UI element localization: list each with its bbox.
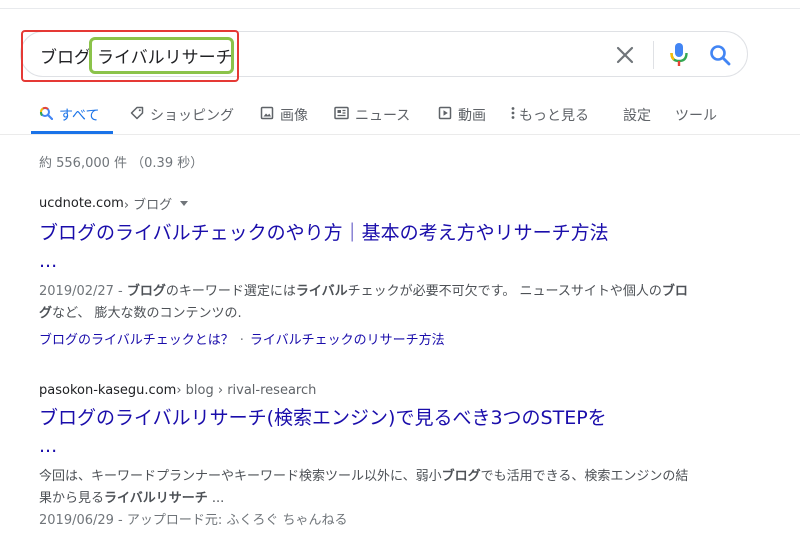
snippet-text: チェックが必要不可欠です。 ニュースサイトや個人の <box>347 284 662 299</box>
result-snippet: 今回は、キーワードプランナーやキーワード検索ツール以外に、弱小ブログでも活用でき… <box>39 466 689 532</box>
result-title-ellipsis: ... <box>39 250 58 272</box>
snippet-bold: ライバルリサーチ <box>104 491 208 506</box>
tab-all-label: すべて <box>59 108 100 124</box>
more-vert-icon <box>511 106 515 124</box>
tab-more-label: もっと見る <box>519 108 589 124</box>
result-url[interactable]: ucdnote.com › ブログ <box>39 194 689 213</box>
snippet-text: 今回は、キーワードプランナーやキーワード検索ツール以外に、弱小 <box>39 469 442 484</box>
result-title-ellipsis: ... <box>39 435 58 457</box>
video-icon <box>438 106 452 124</box>
tab-all[interactable]: すべて <box>39 105 99 125</box>
query-term-rival-research: ライバルリサーチ <box>97 48 233 68</box>
search-input[interactable]: ブログ ライバルリサーチ <box>40 43 233 68</box>
query-term-blog: ブログ <box>40 48 91 68</box>
google-search-icon <box>39 106 54 124</box>
result-title: ブログのライバルチェックのやり方｜基本の考え方やリサーチ方法 <box>39 222 609 244</box>
result-path: › blog › rival-research <box>176 383 317 398</box>
snippet-bold: ブログ <box>126 284 166 299</box>
tab-more[interactable]: もっと見る <box>511 105 589 125</box>
news-icon <box>334 106 349 124</box>
tab-news[interactable]: ニュース <box>334 105 410 125</box>
result-site: ucdnote.com <box>39 196 124 211</box>
tab-settings-label: 設定 <box>623 108 651 124</box>
result-date: 2019/02/27 - <box>39 284 127 299</box>
result-title-link[interactable]: ブログのライバルリサーチ(検索エンジン)で見るべき3つのSTEPを ... <box>39 404 689 460</box>
result-stats: 約 556,000 件 （0.39 秒） <box>39 156 204 171</box>
result-snippet: 2019/02/27 - ブログのキーワード選定にはライバルチェックが必要不可欠… <box>39 281 689 325</box>
tab-videos-label: 動画 <box>458 108 486 124</box>
snippet-text: のキーワード選定には <box>165 284 296 299</box>
search-tabs: すべて ショッピング 画像 ニュース 動画 もっと見る 設定 ツール <box>0 100 800 134</box>
top-divider <box>0 8 800 9</box>
result-date-line: 2019/06/29 - アップロード元: ふくろぐ ちゃんねる <box>39 513 348 528</box>
sitelink[interactable]: ブログのライバルチェックとは？ <box>39 333 234 348</box>
result-site: pasokon-kasegu.com <box>39 383 177 398</box>
search-box-divider <box>653 41 654 69</box>
tab-shopping-label: ショッピング <box>150 108 234 124</box>
result-path: › ブログ <box>123 198 173 213</box>
tab-settings[interactable]: 設定 <box>623 105 651 125</box>
sitelink-separator: · <box>239 333 244 348</box>
clear-button[interactable] <box>612 42 638 68</box>
close-icon <box>616 46 634 64</box>
tabs-divider <box>0 134 800 135</box>
sitelink[interactable]: ライバルチェックのリサーチ方法 <box>250 333 445 348</box>
tag-icon <box>130 106 144 124</box>
tab-tools-label: ツール <box>675 108 717 124</box>
search-icon <box>710 45 731 66</box>
snippet-bold: ライバル <box>295 284 348 299</box>
snippet-bold: ブログ <box>441 469 481 484</box>
chevron-down-icon[interactable] <box>180 201 189 206</box>
result-title-link[interactable]: ブログのライバルチェックのやり方｜基本の考え方やリサーチ方法 ... <box>39 219 689 275</box>
tab-videos[interactable]: 動画 <box>438 105 486 125</box>
microphone-icon <box>670 43 688 66</box>
sitelinks: ブログのライバルチェックとは？ · ライバルチェックのリサーチ方法 <box>39 329 689 348</box>
search-result: pasokon-kasegu.com › blog › rival-resear… <box>39 383 689 532</box>
tab-news-label: ニュース <box>355 108 411 124</box>
snippet-text: など、 膨大な数のコンテンツの. <box>52 306 242 321</box>
image-icon <box>260 106 274 124</box>
tab-images[interactable]: 画像 <box>260 105 308 125</box>
search-button[interactable] <box>707 42 733 68</box>
tab-shopping[interactable]: ショッピング <box>130 105 234 125</box>
search-result: ucdnote.com › ブログ ブログのライバルチェックのやり方｜基本の考え… <box>39 194 689 348</box>
voice-search-button[interactable] <box>668 41 690 69</box>
snippet-text: ... <box>207 491 225 506</box>
result-url[interactable]: pasokon-kasegu.com › blog › rival-resear… <box>39 383 689 398</box>
tab-tools[interactable]: ツール <box>675 105 717 125</box>
tab-images-label: 画像 <box>280 108 308 124</box>
result-title: ブログのライバルリサーチ(検索エンジン)で見るべき3つのSTEPを <box>39 407 607 429</box>
